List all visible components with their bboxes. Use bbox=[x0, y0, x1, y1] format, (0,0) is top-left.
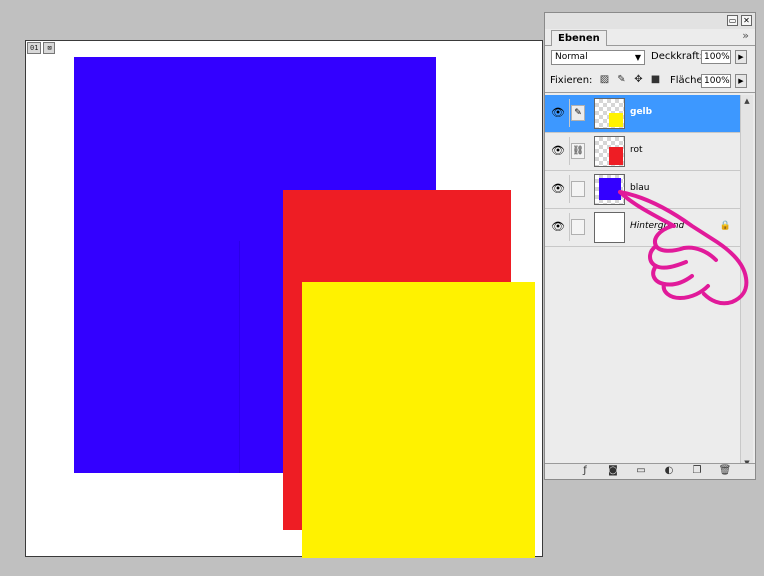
palette-menu-icon[interactable]: » bbox=[742, 29, 749, 42]
chevron-down-icon: ▼ bbox=[634, 53, 641, 62]
lock-all-icon[interactable]: ■ bbox=[650, 74, 661, 85]
layer-name: Hintergrund bbox=[630, 221, 685, 231]
layer-thumbnail bbox=[594, 212, 625, 243]
layers-list: 👁 ✎ gelb 👁 ⛓ rot 👁 blau 👁 Hintergrund 🔒 bbox=[545, 95, 741, 465]
layer-name: blau bbox=[630, 183, 650, 193]
layer-name: rot bbox=[630, 145, 643, 155]
opacity-label: Deckkraft: bbox=[651, 51, 703, 62]
layer-row-rot[interactable]: 👁 ⛓ rot bbox=[545, 133, 741, 171]
layer-thumbnail bbox=[594, 174, 625, 205]
layer-row-blau[interactable]: 👁 blau bbox=[545, 171, 741, 209]
palette-titlebar[interactable]: ▭ ✕ bbox=[545, 13, 755, 29]
brush-icon[interactable]: ✎ bbox=[571, 105, 585, 121]
new-layer-icon[interactable]: ❐ bbox=[687, 464, 707, 478]
close-icon[interactable]: ✕ bbox=[741, 15, 752, 26]
eye-icon[interactable]: 👁 bbox=[547, 99, 570, 127]
blend-mode-value: Normal bbox=[555, 52, 588, 62]
lock-label: Fixieren: bbox=[550, 75, 593, 86]
blend-mode-select[interactable]: Normal ▼ bbox=[551, 50, 645, 65]
opacity-slider-button[interactable]: ▶ bbox=[735, 50, 747, 64]
thumbnail-fill bbox=[599, 178, 621, 200]
fx-icon[interactable]: ƒ bbox=[575, 464, 595, 478]
tab-ebenen[interactable]: Ebenen bbox=[551, 30, 607, 46]
lock-icon: 🔒 bbox=[719, 221, 731, 231]
layers-scrollbar[interactable]: ▲ ▼ bbox=[740, 95, 753, 469]
blend-opacity-row: Normal ▼ Deckkraft: 100% ▶ bbox=[545, 46, 755, 70]
thumbnail-fill bbox=[609, 113, 623, 127]
opacity-input[interactable]: 100% bbox=[701, 50, 731, 64]
lock-fill-row: Fixieren: ▨ ✎ ✥ ■ Fläche 100% ▶ bbox=[545, 70, 755, 93]
scroll-up-icon[interactable]: ▲ bbox=[741, 95, 753, 107]
fill-label: Fläche bbox=[670, 75, 703, 86]
mask-icon[interactable]: ◙ bbox=[603, 464, 623, 478]
thumbnail-fill bbox=[609, 147, 623, 165]
palette-tab-strip: Ebenen » bbox=[545, 29, 755, 46]
adjustment-icon[interactable]: ◐ bbox=[659, 464, 679, 478]
document-tab-number[interactable]: 01 bbox=[27, 42, 42, 54]
blue-seam bbox=[239, 241, 240, 473]
layer-name: gelb bbox=[630, 107, 653, 117]
link-cell-empty[interactable] bbox=[571, 219, 585, 235]
document-tabs: 01 ⊠ bbox=[27, 42, 56, 54]
eye-icon[interactable]: 👁 bbox=[547, 213, 570, 241]
fill-slider-button[interactable]: ▶ bbox=[735, 74, 747, 88]
fill-input[interactable]: 100% bbox=[701, 74, 731, 88]
yellow-rectangle bbox=[302, 282, 535, 558]
trash-icon[interactable]: 🗑 bbox=[715, 464, 735, 478]
layer-thumbnail bbox=[594, 136, 625, 167]
link-icon[interactable]: ⛓ bbox=[571, 143, 585, 159]
layers-palette: ▭ ✕ Ebenen » Normal ▼ Deckkraft: 100% ▶ … bbox=[544, 12, 756, 480]
folder-icon[interactable]: ▭ bbox=[631, 464, 651, 478]
document-window: 01 ⊠ bbox=[25, 40, 543, 558]
lock-transparency-icon[interactable]: ▨ bbox=[599, 74, 610, 85]
eye-icon[interactable]: 👁 bbox=[547, 137, 570, 165]
layer-thumbnail bbox=[594, 98, 625, 129]
link-cell-empty[interactable] bbox=[571, 181, 585, 197]
layer-row-hintergrund[interactable]: 👁 Hintergrund 🔒 bbox=[545, 209, 741, 247]
eye-icon[interactable]: 👁 bbox=[547, 175, 570, 203]
layer-row-gelb[interactable]: 👁 ✎ gelb bbox=[545, 95, 741, 133]
minimize-icon[interactable]: ▭ bbox=[727, 15, 738, 26]
lock-move-icon[interactable]: ✥ bbox=[633, 74, 644, 85]
lock-paint-icon[interactable]: ✎ bbox=[616, 74, 627, 85]
close-icon[interactable]: ⊠ bbox=[43, 42, 56, 54]
palette-bottom-bar: ƒ ◙ ▭ ◐ ❐ 🗑 bbox=[545, 463, 755, 479]
